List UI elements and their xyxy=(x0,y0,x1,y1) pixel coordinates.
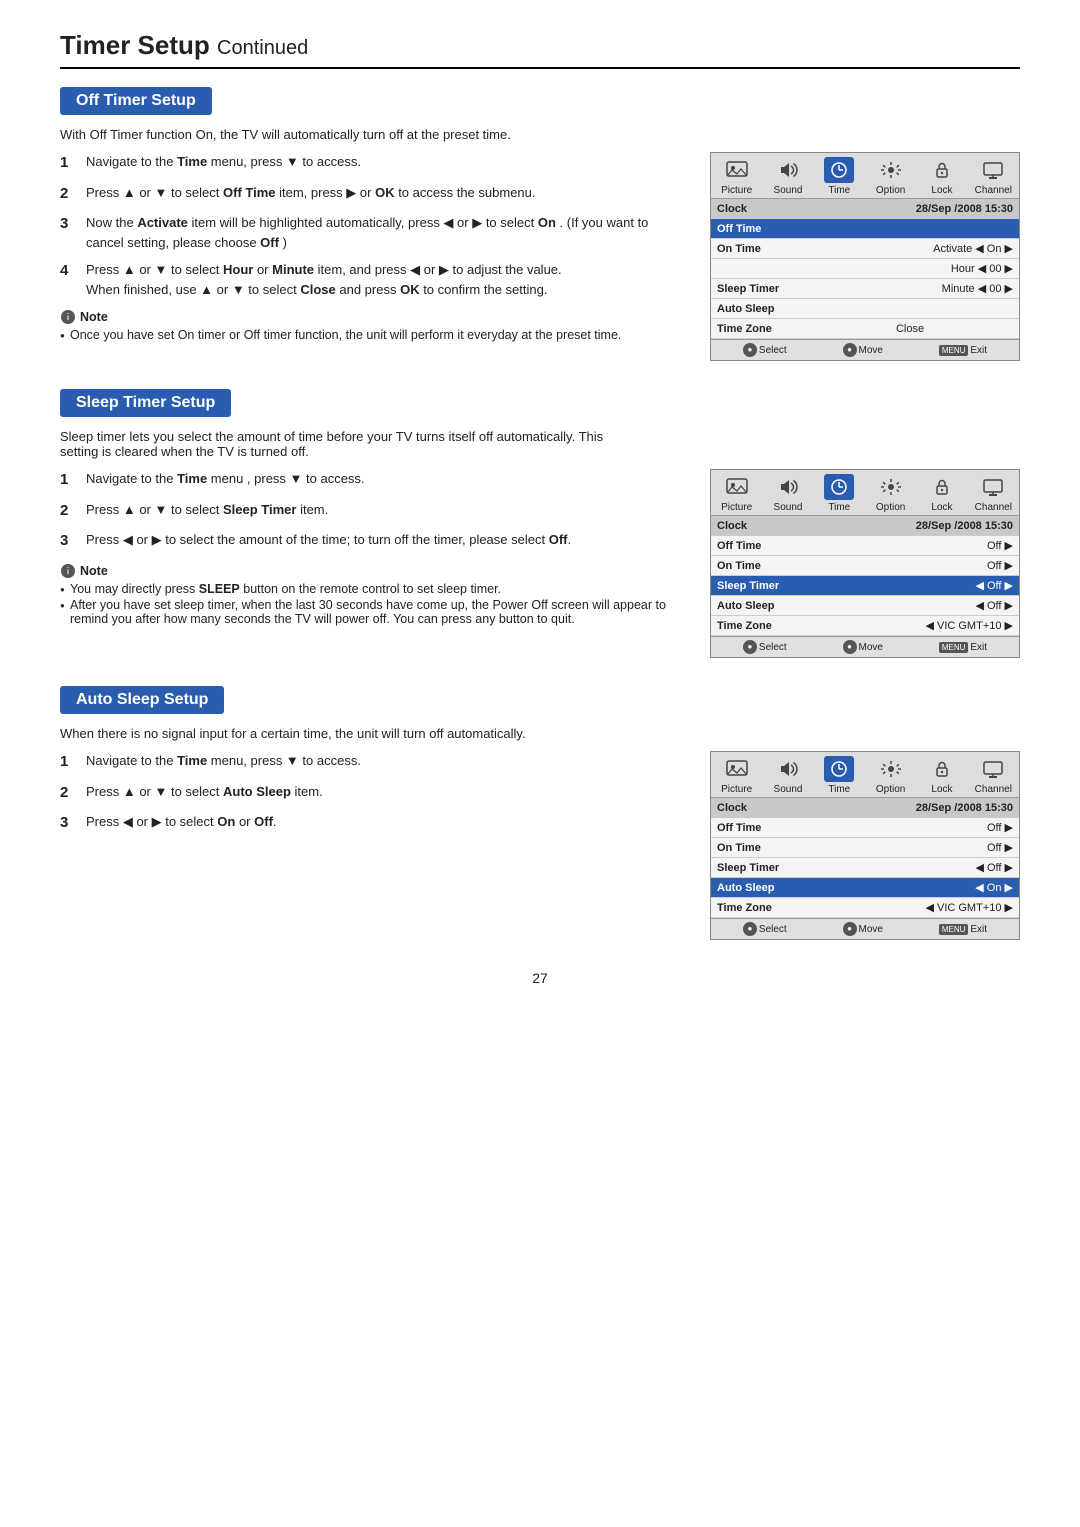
section-intro-auto-sleep: When there is no signal input for a cert… xyxy=(60,726,620,741)
note-item: Once you have set On timer or Off timer … xyxy=(60,328,686,342)
menu-row: Auto Sleep◀ On ▶ xyxy=(711,878,1019,898)
menu-icon-lock: Lock xyxy=(916,157,967,196)
menu-footer: ● Select● MoveMENU Exit xyxy=(711,918,1019,939)
step: 3Press ◀ or ▶ to select On or Off. xyxy=(60,812,686,835)
menu-row: Sleep TimerMinute ◀ 00 ▶ xyxy=(711,279,1019,299)
menu-row: Auto Sleep xyxy=(711,299,1019,319)
section-heading-sleep-timer: Sleep Timer Setup xyxy=(60,389,231,417)
menu-row: Off TimeOff ▶ xyxy=(711,818,1019,838)
menu-icon-picture: Picture xyxy=(711,756,762,795)
menu-row: Time Zone◀ VIC GMT+10 ▶ xyxy=(711,616,1019,636)
menu-row: Hour ◀ 00 ▶ xyxy=(711,259,1019,279)
menu-icon-sound: Sound xyxy=(762,157,813,196)
step: 3Now the Activate item will be highlight… xyxy=(60,213,686,252)
menu-icon-option: Option xyxy=(865,157,916,196)
menu-footer: ● Select● MoveMENU Exit xyxy=(711,636,1019,657)
step: 1Navigate to the Time menu, press ▼ to a… xyxy=(60,152,686,175)
menu-row: Off TimeOff ▶ xyxy=(711,536,1019,556)
step: 2Press ▲ or ▼ to select Sleep Timer item… xyxy=(60,500,686,523)
menu-row: On TimeActivate ◀ On ▶ xyxy=(711,239,1019,259)
menu-icon-channel: Channel xyxy=(968,474,1019,513)
section-auto-sleep: Auto Sleep Setup When there is no signal … xyxy=(60,686,1020,940)
tv-menu-sleep-timer: PictureSoundTimeOptionLockChannel Clock28… xyxy=(710,469,1020,658)
menu-icon-channel: Channel xyxy=(968,756,1019,795)
note-box-sleep-timer: NoteYou may directly press SLEEP button … xyxy=(60,563,686,626)
page-title: Timer Setup Continued xyxy=(60,30,1020,69)
menu-icon-time: Time xyxy=(814,474,865,513)
menu-icon-time: Time xyxy=(814,157,865,196)
menu-row: Clock28/Sep /2008 15:30 xyxy=(711,199,1019,219)
menu-icon-time: Time xyxy=(814,756,865,795)
step: 1Navigate to the Time menu , press ▼ to … xyxy=(60,469,686,492)
section-heading-off-timer: Off Timer Setup xyxy=(60,87,212,115)
menu-row: Clock28/Sep /2008 15:30 xyxy=(711,798,1019,818)
tv-menu-off-timer: PictureSoundTimeOptionLockChannel Clock28… xyxy=(710,152,1020,361)
menu-icon-picture: Picture xyxy=(711,157,762,196)
step: 2Press ▲ or ▼ to select Auto Sleep item. xyxy=(60,782,686,805)
section-heading-auto-sleep: Auto Sleep Setup xyxy=(60,686,224,714)
menu-footer: ● Select● MoveMENU Exit xyxy=(711,339,1019,360)
menu-icon-channel: Channel xyxy=(968,157,1019,196)
menu-icon-option: Option xyxy=(865,756,916,795)
menu-icon-sound: Sound xyxy=(762,474,813,513)
menu-row: On TimeOff ▶ xyxy=(711,838,1019,858)
page-number: 27 xyxy=(60,970,1020,986)
menu-icon-picture: Picture xyxy=(711,474,762,513)
menu-icon-option: Option xyxy=(865,474,916,513)
section-intro-off-timer: With Off Timer function On, the TV will … xyxy=(60,127,620,142)
menu-row: Sleep Timer◀ Off ▶ xyxy=(711,858,1019,878)
menu-row: Off Time xyxy=(711,219,1019,239)
step: 2Press ▲ or ▼ to select Off Time item, p… xyxy=(60,183,686,206)
menu-row: Auto Sleep◀ Off ▶ xyxy=(711,596,1019,616)
step: 4Press ▲ or ▼ to select Hour or Minute i… xyxy=(60,260,686,299)
note-item: You may directly press SLEEP button on t… xyxy=(60,582,686,596)
note-box-off-timer: NoteOnce you have set On timer or Off ti… xyxy=(60,309,686,342)
tv-menu-auto-sleep: PictureSoundTimeOptionLockChannel Clock28… xyxy=(710,751,1020,940)
menu-icon-sound: Sound xyxy=(762,756,813,795)
section-intro-sleep-timer: Sleep timer lets you select the amount o… xyxy=(60,429,620,459)
step: 3Press ◀ or ▶ to select the amount of th… xyxy=(60,530,686,553)
section-off-timer: Off Timer Setup With Off Timer function O… xyxy=(60,87,1020,361)
step: 1Navigate to the Time menu, press ▼ to a… xyxy=(60,751,686,774)
menu-row: Sleep Timer◀ Off ▶ xyxy=(711,576,1019,596)
menu-row: Clock28/Sep /2008 15:30 xyxy=(711,516,1019,536)
menu-icon-lock: Lock xyxy=(916,474,967,513)
menu-row: Time Zone◀ VIC GMT+10 ▶ xyxy=(711,898,1019,918)
section-sleep-timer: Sleep Timer Setup Sleep timer lets you se… xyxy=(60,389,1020,658)
note-item: After you have set sleep timer, when the… xyxy=(60,598,686,626)
menu-icon-lock: Lock xyxy=(916,756,967,795)
menu-row: On TimeOff ▶ xyxy=(711,556,1019,576)
menu-row: Time ZoneClose xyxy=(711,319,1019,339)
